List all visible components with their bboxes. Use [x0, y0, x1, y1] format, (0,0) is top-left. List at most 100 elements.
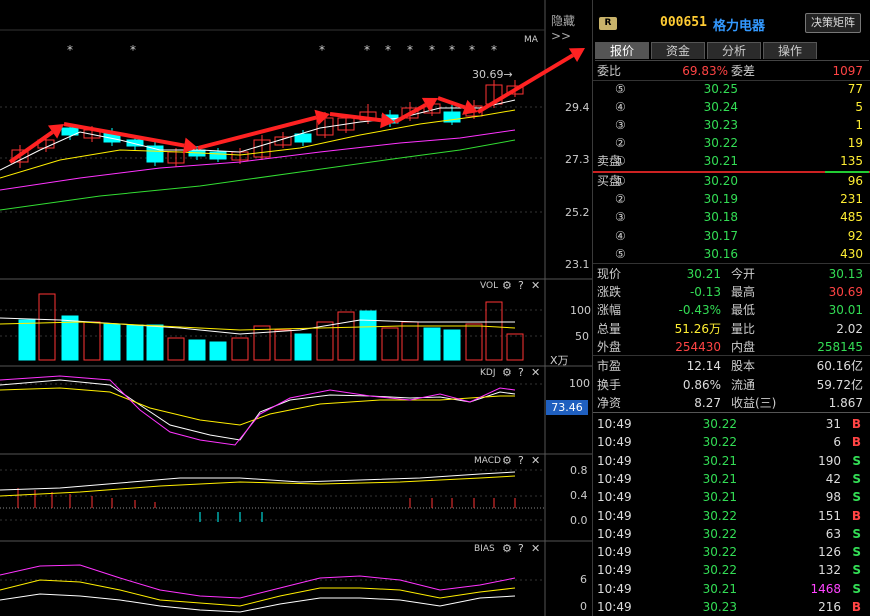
stat-label: 今开 — [731, 267, 756, 281]
marker-star: * — [491, 43, 497, 57]
stat-value: 8.27 — [694, 396, 721, 410]
weibi-value: 69.83% — [682, 64, 728, 78]
order-level: ④ — [615, 228, 626, 243]
question-icon[interactable]: ? — [518, 366, 524, 379]
close-icon[interactable]: ✕ — [531, 366, 540, 379]
question-icon[interactable]: ? — [518, 279, 524, 292]
tick-volume: 132 — [818, 563, 841, 578]
fundamental-row: 换手 0.86% 流通 59.72亿 — [593, 376, 870, 394]
volume-bar — [209, 341, 227, 361]
volume-bar — [126, 324, 144, 361]
gear-icon[interactable]: ⚙ — [502, 542, 512, 555]
order-price[interactable]: 30.16 — [704, 245, 738, 263]
order-volume: 77 — [847, 82, 863, 96]
order-volume: 5 — [855, 100, 863, 114]
stat-label: 市盈 — [597, 359, 622, 373]
order-price[interactable]: 30.25 — [704, 80, 738, 98]
r-badge: R — [599, 17, 617, 30]
price-tick: 27.3 — [565, 153, 590, 166]
tick-price: 30.21 — [702, 581, 737, 596]
stat-label: 现价 — [597, 267, 622, 281]
marker-star: * — [130, 43, 136, 57]
order-volume: 96 — [847, 174, 863, 188]
price-tick: 23.1 — [565, 258, 590, 271]
tick-row[interactable]: 10:49 30.22 132 S — [593, 561, 870, 579]
marker-star: * — [407, 43, 413, 57]
tick-row[interactable]: 10:49 30.21 42 S — [593, 470, 870, 488]
question-icon[interactable]: ? — [518, 542, 524, 555]
order-volume: 19 — [847, 136, 863, 150]
tick-volume: 216 — [818, 600, 841, 614]
tick-row[interactable]: 10:49 30.21 1468 S — [593, 580, 870, 598]
order-price[interactable]: 30.21 — [704, 152, 738, 170]
stat-label: 收益(三) — [731, 396, 777, 410]
tick-volume: 31 — [825, 417, 841, 431]
volume-bar — [18, 319, 36, 361]
stock-name[interactable]: 格力电器 — [713, 15, 765, 34]
question-icon[interactable]: ? — [518, 454, 524, 467]
order-price[interactable]: 30.20 — [704, 172, 738, 190]
buy-order-row: ⑤ 30.16 430 — [593, 245, 870, 263]
tick-direction: S — [852, 526, 861, 541]
stat-value: 258145 — [817, 339, 863, 354]
tab-funds[interactable]: 资金 — [651, 42, 705, 59]
tick-row[interactable]: 10:49 30.21 190 S — [593, 452, 870, 470]
order-volume: 1 — [855, 118, 863, 132]
order-level: ④ — [615, 100, 626, 114]
stat-row: 涨幅 -0.43% 最低 30.01 — [593, 301, 870, 319]
vol-tick: 50 — [575, 330, 589, 343]
tick-row[interactable]: 10:49 30.22 6 B — [593, 433, 870, 451]
order-price[interactable]: 30.24 — [704, 98, 738, 116]
bias-tick: 0 — [580, 600, 587, 613]
stat-label: 流通 — [731, 377, 756, 392]
tick-row[interactable]: 10:49 30.22 151 B — [593, 507, 870, 525]
volume-bar — [294, 333, 312, 361]
tab-operation[interactable]: 操作 — [763, 42, 817, 59]
gear-icon[interactable]: ⚙ — [502, 454, 512, 467]
tick-time: 10:49 — [597, 453, 632, 468]
stat-value: 2.02 — [836, 321, 863, 336]
stat-value: 1.867 — [828, 396, 863, 410]
tick-row[interactable]: 10:49 30.23 216 B — [593, 598, 870, 616]
tick-volume: 98 — [825, 490, 841, 505]
tick-volume: 63 — [825, 526, 841, 541]
decision-matrix-button[interactable]: 决策矩阵 — [805, 13, 861, 33]
tab-bar: 报价 资金 分析 操作 — [595, 42, 869, 61]
stock-code: 000651 — [660, 15, 707, 30]
order-level: ① — [615, 174, 626, 188]
order-price[interactable]: 30.18 — [704, 208, 738, 226]
stat-label: 外盘 — [597, 339, 622, 354]
tick-row[interactable]: 10:49 30.21 98 S — [593, 488, 870, 506]
chart-area[interactable]: * * * * * * * * * * 隐藏>> MA 30.69→ 29.4 27.3 25.2… — [0, 0, 592, 616]
order-volume: 92 — [847, 228, 863, 243]
order-price[interactable]: 30.19 — [704, 190, 738, 208]
tick-price: 30.21 — [702, 453, 737, 468]
kline-chart[interactable]: * * * * * * * * * * — [0, 0, 592, 616]
hide-button[interactable]: 隐藏>> — [551, 12, 592, 43]
tick-row[interactable]: 10:49 30.22 126 S — [593, 543, 870, 561]
order-price[interactable]: 30.22 — [704, 134, 738, 152]
tick-time: 10:49 — [597, 508, 632, 523]
gear-icon[interactable]: ⚙ — [502, 279, 512, 292]
tick-time: 10:49 — [597, 581, 632, 596]
tab-analysis[interactable]: 分析 — [707, 42, 761, 59]
order-level: ③ — [615, 118, 626, 132]
order-price[interactable]: 30.17 — [704, 227, 738, 245]
tab-quote[interactable]: 报价 — [595, 42, 649, 59]
gear-icon[interactable]: ⚙ — [502, 366, 512, 379]
order-volume: 485 — [840, 210, 863, 225]
stat-value: 30.69 — [828, 285, 863, 300]
tick-volume: 190 — [818, 453, 841, 468]
order-price[interactable]: 30.23 — [704, 116, 738, 134]
ma-label: MA — [524, 35, 538, 45]
tick-volume: 151 — [818, 508, 841, 523]
close-icon[interactable]: ✕ — [531, 279, 540, 292]
close-icon[interactable]: ✕ — [531, 454, 540, 467]
stat-label: 股本 — [731, 359, 756, 373]
double-chevron-right-icon: >> — [551, 29, 572, 43]
tick-row[interactable]: 10:49 30.22 31 B — [593, 415, 870, 433]
close-icon[interactable]: ✕ — [531, 542, 540, 555]
tick-direction: B — [851, 435, 861, 450]
fundamental-row: 净资 8.27 收益(三) 1.867 — [593, 394, 870, 412]
tick-row[interactable]: 10:49 30.22 63 S — [593, 525, 870, 543]
